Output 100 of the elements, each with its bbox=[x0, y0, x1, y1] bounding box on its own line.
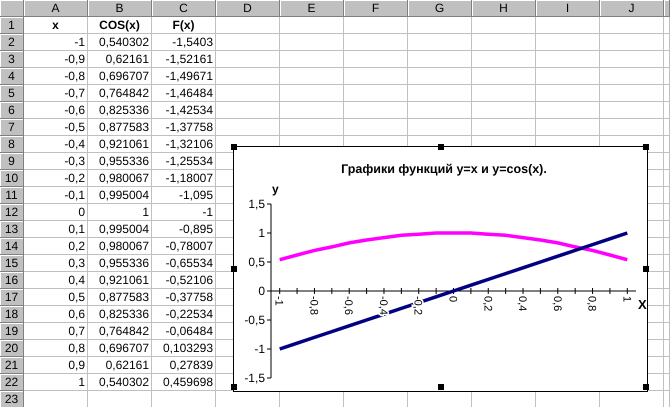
table-cell: 0,103293 bbox=[152, 340, 216, 357]
table-cell: 0,764842 bbox=[88, 323, 152, 340]
row-header[interactable]: 22 bbox=[0, 374, 24, 391]
table-cell: x bbox=[24, 17, 88, 34]
table-cell: 0,980067 bbox=[88, 238, 152, 255]
table-cell: COS(x) bbox=[88, 17, 152, 34]
row-header[interactable]: 13 bbox=[0, 221, 24, 238]
table-cell: -1,5403 bbox=[152, 34, 216, 51]
row-header[interactable]: 14 bbox=[0, 238, 24, 255]
row-header[interactable]: 18 bbox=[0, 306, 24, 323]
row-header[interactable]: 2 bbox=[0, 34, 24, 51]
table-cell: 0,825336 bbox=[88, 306, 152, 323]
axis-label: 0 bbox=[446, 296, 458, 302]
table-cell: 1 bbox=[88, 204, 152, 221]
row-header[interactable]: 1 bbox=[0, 17, 24, 34]
row-header[interactable]: 16 bbox=[0, 272, 24, 289]
resize-handle[interactable] bbox=[231, 266, 237, 272]
resize-handle[interactable] bbox=[643, 266, 649, 272]
table-cell: 0,764842 bbox=[88, 85, 152, 102]
table-cell: -0,65534 bbox=[152, 255, 216, 272]
select-all-corner[interactable] bbox=[0, 0, 24, 17]
row-header[interactable]: 6 bbox=[0, 102, 24, 119]
column-header[interactable]: A bbox=[24, 0, 88, 17]
table-cell: -0,7 bbox=[24, 85, 88, 102]
resize-handle[interactable] bbox=[438, 144, 444, 150]
axis-label: -0,6 bbox=[342, 296, 354, 315]
table-cell: -1,32106 bbox=[152, 136, 216, 153]
table-cell: 0,2 bbox=[24, 238, 88, 255]
row-header[interactable]: 15 bbox=[0, 255, 24, 272]
table-cell: -0,6 bbox=[24, 102, 88, 119]
chart-area[interactable]: Графики функций y=x и y=cos(x). y -1,5 -1 -0,5 0 0,5 1 1,5 -1 -0,8 -0,6 -0,4 -0,2 0 0,2 0,4 0,6 0,8 1 X bbox=[233, 146, 648, 392]
column-header[interactable]: D bbox=[216, 0, 280, 17]
table-cell: 0 bbox=[24, 204, 88, 221]
row-header[interactable]: 8 bbox=[0, 136, 24, 153]
resize-handle[interactable] bbox=[643, 384, 649, 390]
row-header[interactable]: 4 bbox=[0, 68, 24, 85]
table-cell: 0,62161 bbox=[88, 51, 152, 68]
table-cell: -1,46484 bbox=[152, 85, 216, 102]
table-cell: -1 bbox=[24, 34, 88, 51]
axis-label: 0,4 bbox=[516, 296, 528, 312]
axis-label: -0,8 bbox=[307, 296, 320, 315]
table-cell: 0,3 bbox=[24, 255, 88, 272]
axis-label: 0,2 bbox=[481, 296, 494, 312]
table-cell: -0,5 bbox=[24, 119, 88, 136]
table-cell: 0,5 bbox=[24, 289, 88, 306]
column-header[interactable]: C bbox=[152, 0, 216, 17]
table-cell: 0,921061 bbox=[88, 272, 152, 289]
row-header[interactable]: 23 bbox=[0, 391, 24, 407]
table-cell: -0,52106 bbox=[152, 272, 216, 289]
row-header[interactable]: 12 bbox=[0, 204, 24, 221]
row-header[interactable]: 11 bbox=[0, 187, 24, 204]
table-cell: 0,7 bbox=[24, 323, 88, 340]
table-cell: 0,995004 bbox=[88, 221, 152, 238]
resize-handle[interactable] bbox=[231, 384, 237, 390]
table-cell: 0,921061 bbox=[88, 136, 152, 153]
column-header[interactable]: J bbox=[600, 0, 664, 17]
axis-label: -1 bbox=[254, 342, 265, 356]
table-cell: -0,8 bbox=[24, 68, 88, 85]
table-cell: 0,8 bbox=[24, 340, 88, 357]
resize-handle[interactable] bbox=[231, 144, 237, 150]
row-header[interactable]: 5 bbox=[0, 85, 24, 102]
row-header[interactable]: 7 bbox=[0, 119, 24, 136]
table-cell: 0,540302 bbox=[88, 374, 152, 391]
table-cell: 0,995004 bbox=[88, 187, 152, 204]
table-cell: -1,49671 bbox=[152, 68, 216, 85]
table-cell: F(x) bbox=[152, 17, 216, 34]
resize-handle[interactable] bbox=[643, 144, 649, 150]
table-cell: 0,955336 bbox=[88, 255, 152, 272]
column-header[interactable]: I bbox=[536, 0, 600, 17]
column-header[interactable]: B bbox=[88, 0, 152, 17]
axis-label: 0,6 bbox=[550, 296, 563, 312]
row-header[interactable]: 17 bbox=[0, 289, 24, 306]
row-header[interactable]: 3 bbox=[0, 51, 24, 68]
row-header[interactable]: 10 bbox=[0, 170, 24, 187]
axis-label: 1,5 bbox=[248, 197, 265, 211]
table-cell: -0,06484 bbox=[152, 323, 216, 340]
column-header[interactable]: E bbox=[280, 0, 344, 17]
table-cell: 0,696707 bbox=[88, 340, 152, 357]
axis-label: 1 bbox=[620, 296, 632, 302]
table-cell: -1,42534 bbox=[152, 102, 216, 119]
column-header[interactable]: F bbox=[344, 0, 408, 17]
table-cell: 0,6 bbox=[24, 306, 88, 323]
row-header[interactable]: 20 bbox=[0, 340, 24, 357]
table-cell: 0,877583 bbox=[88, 119, 152, 136]
axis-label: -0,4 bbox=[376, 296, 389, 315]
row-header[interactable]: 9 bbox=[0, 153, 24, 170]
table-cell: -0,895 bbox=[152, 221, 216, 238]
axis-label: -1 bbox=[272, 296, 285, 306]
table-cell: -1,18007 bbox=[152, 170, 216, 187]
resize-handle[interactable] bbox=[438, 384, 444, 390]
table-cell: 0,877583 bbox=[88, 289, 152, 306]
table-cell: -0,37758 bbox=[152, 289, 216, 306]
column-header[interactable]: G bbox=[408, 0, 472, 17]
column-header[interactable]: H bbox=[472, 0, 536, 17]
row-header[interactable]: 21 bbox=[0, 357, 24, 374]
table-cell: -0,4 bbox=[24, 136, 88, 153]
table-cell: -1,52161 bbox=[152, 51, 216, 68]
column-header[interactable] bbox=[664, 0, 670, 17]
row-header[interactable]: 19 bbox=[0, 323, 24, 340]
table-cell: -0,1 bbox=[24, 187, 88, 204]
